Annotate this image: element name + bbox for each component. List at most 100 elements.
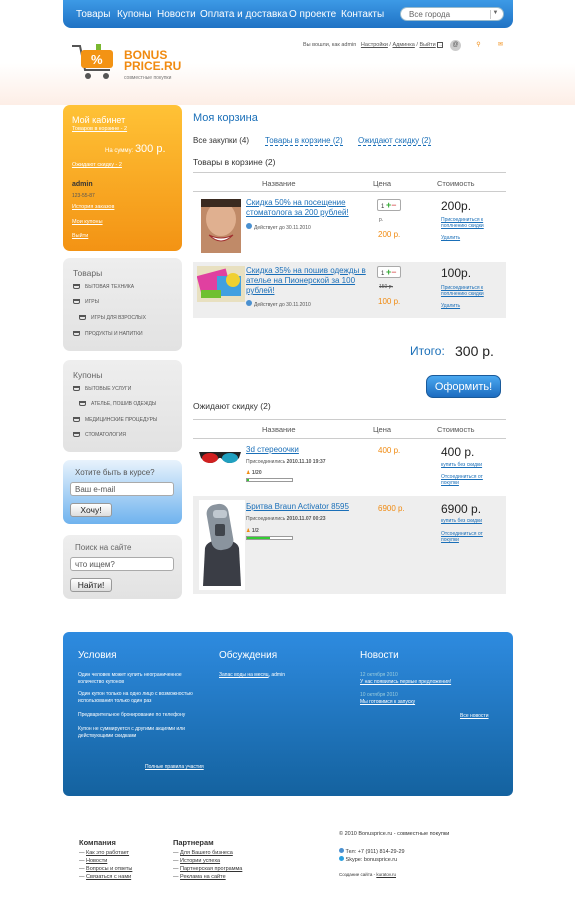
chevron-down-icon: ▼ xyxy=(490,10,500,19)
footer-link[interactable]: Связаться с нами xyxy=(86,874,131,880)
sidebar-item-tailoring[interactable]: Ателье, пошив одежды xyxy=(79,401,156,407)
footer-link[interactable]: Как это работает xyxy=(86,850,129,856)
cabinet-date: 123-55-87 xyxy=(72,193,95,199)
all-news-link[interactable]: Все новости xyxy=(460,713,489,720)
product-cost: 100р. xyxy=(441,266,472,280)
full-rules-link[interactable]: Полные правила участия xyxy=(145,764,204,771)
search-button[interactable]: Найти! xyxy=(70,578,112,592)
table-row: Бритва Braun Activator 8595 Присоединили… xyxy=(193,496,506,594)
page-title: Моя корзина xyxy=(193,112,258,124)
sidebar-item-games[interactable]: Игры xyxy=(73,299,99,305)
cart-icon xyxy=(73,432,80,438)
nav-news[interactable]: Новости xyxy=(157,9,196,20)
footer-link[interactable]: Реклама на сайте xyxy=(180,874,226,880)
user-icon: ♟ xyxy=(246,470,251,476)
nav-coupons[interactable]: Купоны xyxy=(117,9,152,20)
footer-link[interactable]: Новости xyxy=(86,858,107,864)
waiting-discount-link[interactable]: Ожидают скидку - 2 xyxy=(72,162,122,168)
tab-waiting[interactable]: Ожидают скидку (2) xyxy=(358,136,432,146)
buy-without-discount-link[interactable]: купить без скидки xyxy=(441,462,482,468)
nav-payment-delivery[interactable]: Оплата и доставка xyxy=(200,9,287,20)
nav-about[interactable]: О проекте xyxy=(289,9,336,20)
product-price: 200 р. xyxy=(378,230,401,239)
order-history-link[interactable]: История заказов xyxy=(72,204,114,210)
product-image[interactable] xyxy=(201,199,241,253)
sidebar-item-medical[interactable]: Медицинские процедуры xyxy=(73,417,157,423)
cart-icon xyxy=(79,315,86,321)
checkout-button[interactable]: Оформить! xyxy=(426,375,501,398)
delete-link[interactable]: Удалить xyxy=(441,303,460,309)
discussions-title: Обсуждения xyxy=(219,650,278,661)
settings-link[interactable]: Настройки xyxy=(361,42,388,48)
city-select[interactable]: Все города ▼ xyxy=(400,7,504,21)
product-price: 100 р. xyxy=(378,297,401,306)
cart-icon xyxy=(73,417,80,423)
nav-contacts[interactable]: Контакты xyxy=(341,9,384,20)
cart-icon xyxy=(73,331,80,337)
clock-icon xyxy=(246,300,252,306)
unsubscribe-link[interactable]: Отсоединиться от покупки xyxy=(441,474,497,486)
product-name-link[interactable]: Скидка 50% на посещение стоматолога за 2… xyxy=(246,198,366,218)
logout-icon[interactable]: → xyxy=(437,42,444,48)
old-price: 150 р. xyxy=(379,284,393,290)
product-image[interactable] xyxy=(199,500,245,590)
product-cost: 400 р. xyxy=(441,445,475,459)
subscribe-button[interactable]: Хочу! xyxy=(70,503,112,517)
discussion-link[interactable]: Запас воды на месяц xyxy=(219,672,269,678)
my-coupons-link[interactable]: Мои купоны xyxy=(72,219,103,225)
product-name-link[interactable]: 3d стереоочки xyxy=(246,445,299,455)
product-image[interactable] xyxy=(197,446,243,472)
cart-icon xyxy=(79,401,86,407)
progress-fill xyxy=(247,537,270,539)
footer-link[interactable]: Для Вашего бизнеса xyxy=(180,850,233,856)
buy-without-discount-link[interactable]: купить без скидки xyxy=(441,518,482,524)
unsubscribe-link[interactable]: Отсоединиться от покупки xyxy=(441,531,497,543)
footer-link[interactable]: Истории успеха xyxy=(180,858,220,864)
mail-icon[interactable]: ✉ xyxy=(495,40,506,51)
search-input[interactable]: что ищем? xyxy=(70,557,174,571)
search-panel: Поиск на сайте что ищем? Найти! xyxy=(63,535,182,599)
minus-icon[interactable]: − xyxy=(391,267,396,277)
subscribe-title: Хотите быть в курсе? xyxy=(75,468,155,477)
join-discount-link[interactable]: Присоединиться к поплнению скидки xyxy=(441,285,497,297)
footer-link[interactable]: Вопросы и ответы xyxy=(86,866,132,872)
clock-icon xyxy=(246,223,252,229)
total-label: Итого: xyxy=(410,344,445,358)
sidebar-item-food[interactable]: Продукты и напитки xyxy=(73,331,143,337)
product-name-link[interactable]: Скидка 35% на пошив одежды в ателье на П… xyxy=(246,266,366,296)
sidebar-item-adult-games[interactable]: Игры для взрослых xyxy=(79,315,146,321)
sidebar-item-household[interactable]: Бытовые услуги xyxy=(73,386,131,392)
admin-link[interactable]: Админка xyxy=(392,42,414,48)
sidebar-item-appliances[interactable]: Бытовая техника xyxy=(73,284,134,290)
terms-title: Условия xyxy=(78,650,117,661)
logout-link[interactable]: Выйти xyxy=(419,42,435,48)
product-name-link[interactable]: Бритва Braun Activator 8595 xyxy=(246,502,349,512)
coupons-title: Купоны xyxy=(73,370,103,380)
quantity-stepper[interactable]: 1 +− xyxy=(377,266,401,278)
delete-link[interactable]: Удалить xyxy=(441,235,460,241)
discount-progress-bar xyxy=(246,478,293,482)
quantity-stepper[interactable]: 1 +− xyxy=(377,199,401,211)
email-field[interactable]: Ваш e-mail xyxy=(70,482,174,496)
subscribe-panel: Хотите быть в курсе? Ваш e-mail Хочу! xyxy=(63,460,182,524)
nav-goods[interactable]: Товары xyxy=(76,9,110,20)
cabinet-title: Мой кабинет xyxy=(72,115,126,125)
at-icon[interactable]: @ xyxy=(450,40,461,51)
search-icon[interactable]: ⚲ xyxy=(473,40,484,51)
join-discount-link[interactable]: Присоединиться к поплнению скидки xyxy=(441,217,497,229)
news-link[interactable]: Мы готовимся к запуску xyxy=(360,699,415,706)
news-link[interactable]: У нас появились первые предложения! xyxy=(360,679,451,686)
logo-cart-icon[interactable]: % xyxy=(70,42,118,82)
tab-all[interactable]: Все закупки (4) xyxy=(193,136,249,145)
logo-text-2[interactable]: PRICE.RU xyxy=(124,60,181,72)
sidebar-item-dentistry[interactable]: Стоматология xyxy=(73,432,126,438)
product-image[interactable] xyxy=(197,266,245,302)
progress-fill xyxy=(247,479,250,481)
developer-link[interactable]: kuratov.ru xyxy=(376,872,396,877)
tab-in-cart[interactable]: Товары в корзине (2) xyxy=(265,136,343,146)
cart-count-link[interactable]: Товаров в корзине - 2 xyxy=(72,126,127,132)
footer-link[interactable]: Партнерская программа xyxy=(180,866,242,872)
exit-link[interactable]: Выйти xyxy=(72,233,88,239)
minus-icon[interactable]: − xyxy=(391,200,396,210)
cart-heading: Товары в корзине (2) xyxy=(193,157,276,167)
